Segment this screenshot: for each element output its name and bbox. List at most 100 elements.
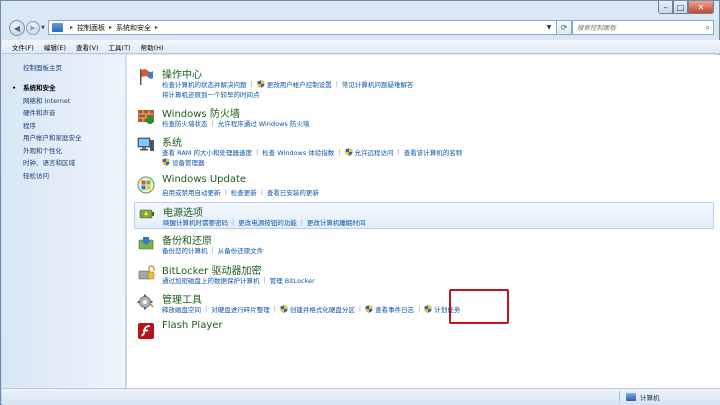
search-box[interactable]: ⌕	[572, 20, 714, 35]
link-restore-point[interactable]: 将计算机还原到一个较早的时间点	[162, 89, 260, 99]
link-separator: |	[211, 119, 214, 127]
link-ram-cpu[interactable]: 查看 RAM 的大小和处理器速度	[162, 147, 252, 157]
link-separator: |	[418, 305, 421, 313]
status-computer: 计算机	[626, 392, 660, 402]
sidebar-item-system-security[interactable]: 系统和安全	[12, 82, 125, 95]
content-pane: 操作中心 检查计算机的状态并解决问题 | 更改用户帐户控制设置 | 常见计算机问题疑…	[127, 55, 720, 388]
category-action-center: 操作中心 检查计算机的状态并解决问题 | 更改用户帐户控制设置 | 常见计算机问题疑…	[134, 66, 714, 102]
search-icon[interactable]: ⌕	[706, 23, 710, 33]
link-power-button[interactable]: 更改电源按钮的功能	[238, 217, 297, 227]
sidebar-home-link[interactable]: 控制面板主页	[23, 62, 125, 72]
power-options-icon	[137, 204, 157, 224]
back-button[interactable]: ◀	[9, 20, 25, 36]
category-title[interactable]: Windows Update	[162, 174, 246, 185]
link-separator: |	[255, 148, 259, 156]
link-restore-files[interactable]: 从备份还原文件	[218, 245, 264, 255]
uac-shield-icon	[280, 305, 288, 313]
computer-icon	[136, 135, 156, 155]
menu-tools[interactable]: 工具(T)	[109, 42, 131, 52]
breadcrumb-separator-icon[interactable]: ▸	[70, 24, 73, 31]
link-device-manager[interactable]: 设备管理器	[172, 157, 205, 167]
link-uac-settings[interactable]: 更改用户帐户控制设置	[267, 79, 332, 89]
flash-player-icon	[136, 321, 156, 341]
sidebar-item-user-accounts[interactable]: 用户帐户和家庭安全	[23, 132, 125, 145]
status-divider	[619, 391, 620, 403]
link-computer-name[interactable]: 查看该计算机的名称	[404, 147, 463, 157]
control-panel-window: – □ ✕ ◀ ▶ ▼ ▸ 控制面板 ▸ 系统和安全 ▸ ▼ ⟳ ⌕ 文件(F)…	[0, 0, 720, 405]
link-free-disk-space[interactable]: 释放磁盘空间	[162, 304, 201, 314]
breadcrumb-system-security[interactable]: 系统和安全	[116, 23, 151, 33]
sidebar-item-ease-of-access[interactable]: 轻松访问	[23, 170, 125, 183]
arrow-right-icon: ▶	[30, 24, 36, 32]
link-defragment[interactable]: 对硬盘进行碎片整理	[211, 304, 270, 314]
navigation-pane: 控制面板主页 系统和安全 网络和 Internet 硬件和声音 程序 用户帐户和…	[2, 55, 126, 388]
link-separator: |	[300, 218, 303, 226]
link-troubleshoot[interactable]: 常见计算机问题疑难解答	[342, 79, 414, 89]
sidebar-item-clock-region[interactable]: 时钟、语言和区域	[23, 157, 125, 170]
menu-bar: 文件(F) 编辑(E) 查看(V) 工具(T) 帮助(H)	[2, 40, 720, 54]
menu-file[interactable]: 文件(F)	[12, 42, 34, 52]
status-bar: 计算机	[2, 388, 720, 405]
category-windows-update: Windows Update 启用或禁用自动更新 | 检查更新 | 查看已安装的更新	[134, 174, 714, 200]
link-sleep-time[interactable]: 更改计算机睡眠时间	[307, 217, 366, 227]
refresh-icon: ⟳	[560, 23, 568, 32]
admin-tools-icon	[136, 292, 156, 312]
link-encrypt-disk[interactable]: 通过加密磁盘上的数据保护计算机	[162, 275, 260, 285]
link-disk-partition[interactable]: 创建并格式化硬盘分区	[290, 304, 355, 314]
link-event-log[interactable]: 查看事件日志	[375, 304, 414, 314]
breadcrumb-separator-icon[interactable]: ▸	[109, 24, 112, 31]
category-system: 系统 查看 RAM 的大小和处理器速度 | 检查 Windows 体验指数 | 允许…	[134, 134, 714, 170]
category-title[interactable]: Flash Player	[162, 320, 223, 331]
link-separator: |	[338, 148, 341, 156]
sidebar-item-hardware[interactable]: 硬件和声音	[23, 107, 125, 120]
link-separator: |	[397, 148, 400, 156]
link-separator: |	[260, 188, 263, 196]
link-backup-computer[interactable]: 备份您的计算机	[162, 245, 208, 255]
close-button[interactable]: ✕	[688, 1, 714, 14]
category-bitlocker: BitLocker 驱动器加密 通过加密磁盘上的数据保护计算机 | 管理 BitL…	[134, 262, 714, 288]
control-panel-icon	[52, 23, 63, 32]
address-bar[interactable]: ▸ 控制面板 ▸ 系统和安全 ▸	[48, 20, 557, 35]
link-firewall-status[interactable]: 检查防火墙状态	[162, 118, 208, 128]
menu-edit[interactable]: 编辑(E)	[44, 42, 66, 52]
link-check-status[interactable]: 检查计算机的状态并解决问题	[162, 79, 247, 89]
link-manage-bitlocker[interactable]: 管理 BitLocker	[270, 275, 315, 285]
status-label: 计算机	[640, 394, 660, 402]
uac-shield-icon	[365, 305, 373, 313]
refresh-button[interactable]: ⟳	[557, 20, 572, 35]
menu-view[interactable]: 查看(V)	[76, 42, 99, 52]
breadcrumb-separator-icon[interactable]: ▸	[155, 24, 158, 31]
forward-button[interactable]: ▶	[26, 21, 40, 35]
address-dropdown-icon[interactable]: ▼	[541, 20, 557, 35]
maximize-button[interactable]: □	[673, 1, 688, 14]
sidebar-item-appearance[interactable]: 外观和个性化	[23, 145, 125, 158]
category-windows-firewall: Windows 防火墙 检查防火墙状态 | 允许程序通过 Windows 防火墙	[134, 105, 714, 131]
minimize-button[interactable]: –	[658, 1, 673, 14]
link-installed-updates[interactable]: 查看已安装的更新	[267, 187, 319, 197]
link-wake-password[interactable]: 唤醒计算机时需要密码	[163, 217, 228, 227]
link-remote-access[interactable]: 允许远程访问	[355, 147, 394, 157]
menu-help[interactable]: 帮助(H)	[141, 42, 164, 52]
firewall-icon	[136, 106, 156, 126]
link-separator: |	[273, 305, 276, 313]
uac-shield-icon	[162, 158, 170, 166]
sidebar-item-programs[interactable]: 程序	[23, 120, 125, 133]
uac-shield-icon	[345, 148, 353, 156]
link-auto-update[interactable]: 启用或禁用自动更新	[162, 187, 221, 197]
annotation-highlight-box	[449, 289, 509, 324]
category-power-options[interactable]: 电源选项 唤醒计算机时需要密码 | 更改电源按钮的功能 | 更改计算机睡眠时间	[134, 202, 714, 229]
link-separator: |	[250, 80, 253, 88]
bitlocker-icon	[136, 263, 156, 283]
search-input[interactable]	[577, 23, 697, 32]
link-separator: |	[232, 218, 235, 226]
link-separator: |	[211, 246, 214, 254]
category-backup-restore: 备份和还原 备份您的计算机 | 从备份还原文件	[134, 232, 714, 258]
recent-pages-dropdown-icon[interactable]: ▼	[41, 25, 45, 31]
uac-shield-icon	[257, 80, 265, 88]
link-allow-program[interactable]: 允许程序通过 Windows 防火墙	[218, 118, 310, 128]
sidebar-item-network[interactable]: 网络和 Internet	[23, 95, 125, 108]
breadcrumb-control-panel[interactable]: 控制面板	[77, 23, 105, 33]
link-check-updates[interactable]: 检查更新	[231, 187, 257, 197]
link-separator: |	[358, 305, 362, 313]
link-experience-index[interactable]: 检查 Windows 体验指数	[262, 147, 334, 157]
